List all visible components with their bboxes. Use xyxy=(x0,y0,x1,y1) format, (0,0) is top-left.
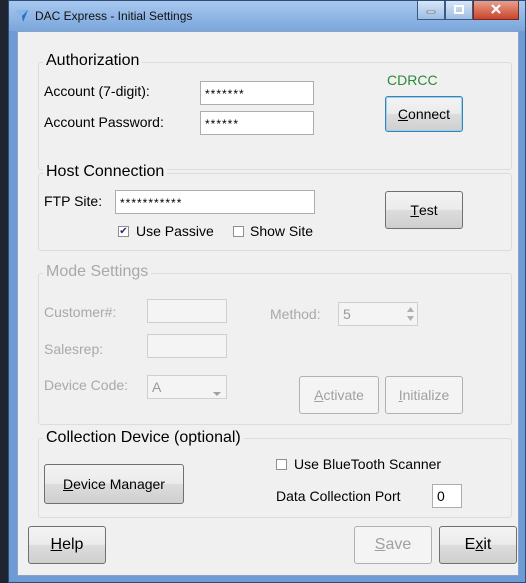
exit-button[interactable]: Ex it xyxy=(439,526,517,564)
ftp-site-label: FTP Site: xyxy=(44,193,103,209)
use-passive-checkbox[interactable]: ✔ xyxy=(118,226,129,237)
checkmark-icon: ✔ xyxy=(119,226,128,237)
save-button[interactable]: Save xyxy=(354,526,432,564)
close-button[interactable] xyxy=(473,1,519,20)
ftp-site-field[interactable]: *********** xyxy=(115,190,315,214)
data-collection-port-field[interactable]: 0 xyxy=(432,484,462,508)
salesrep-field[interactable] xyxy=(147,334,227,358)
title-bar[interactable]: DAC Express - Initial Settings xyxy=(9,1,525,31)
minimize-icon xyxy=(426,1,436,19)
device-code-label: Device Code: xyxy=(44,377,129,393)
maximize-button[interactable] xyxy=(445,1,473,20)
device-manager-button[interactable]: Device Manager xyxy=(44,464,184,504)
connect-button[interactable]: Connect xyxy=(385,96,463,132)
customer-label: Customer#: xyxy=(44,304,117,320)
initialize-button[interactable]: Initialize xyxy=(385,376,463,414)
account-label: Account (7-digit): xyxy=(44,83,150,99)
help-button[interactable]: Help xyxy=(28,526,106,564)
method-value: 5 xyxy=(343,306,352,322)
maximize-icon xyxy=(454,1,464,19)
dialog-client: Authorization Account (7-digit): *******… xyxy=(17,31,519,576)
mode-settings-group-title: Mode Settings xyxy=(43,263,152,281)
account-field[interactable]: ******* xyxy=(200,81,314,105)
app-window: DAC Express - Initial Settings Authoriza… xyxy=(8,0,526,583)
host-connection-group-title: Host Connection xyxy=(43,163,168,181)
chevron-down-icon xyxy=(213,384,221,400)
password-label: Account Password: xyxy=(44,114,164,130)
test-button[interactable]: Test xyxy=(385,191,463,229)
device-code-select[interactable]: A xyxy=(147,375,227,399)
show-site-checkbox[interactable] xyxy=(233,226,244,237)
use-passive-label[interactable]: Use Passive xyxy=(136,223,214,239)
data-collection-port-label: Data Collection Port xyxy=(276,488,401,504)
device-code-value: A xyxy=(152,379,163,395)
method-label: Method: xyxy=(270,306,321,322)
show-site-label[interactable]: Show Site xyxy=(250,223,313,239)
password-field[interactable]: ****** xyxy=(200,111,314,135)
authorization-group-title: Authorization xyxy=(43,52,143,70)
collection-device-group-title: Collection Device (optional) xyxy=(43,429,244,447)
app-icon xyxy=(15,9,29,23)
bluetooth-scanner-checkbox[interactable] xyxy=(276,459,287,470)
close-icon xyxy=(490,1,502,19)
customer-field[interactable] xyxy=(147,299,227,323)
minimize-button[interactable] xyxy=(417,1,445,20)
spinner-arrows-icon[interactable] xyxy=(406,305,415,326)
bluetooth-scanner-label[interactable]: Use BlueTooth Scanner xyxy=(294,456,441,472)
method-spinner[interactable]: 5 xyxy=(338,302,418,326)
window-title: DAC Express - Initial Settings xyxy=(35,9,193,23)
salesrep-label: Salesrep: xyxy=(44,341,104,357)
activate-button[interactable]: Activate xyxy=(299,376,379,414)
connection-status-text: CDRCC xyxy=(387,72,438,88)
